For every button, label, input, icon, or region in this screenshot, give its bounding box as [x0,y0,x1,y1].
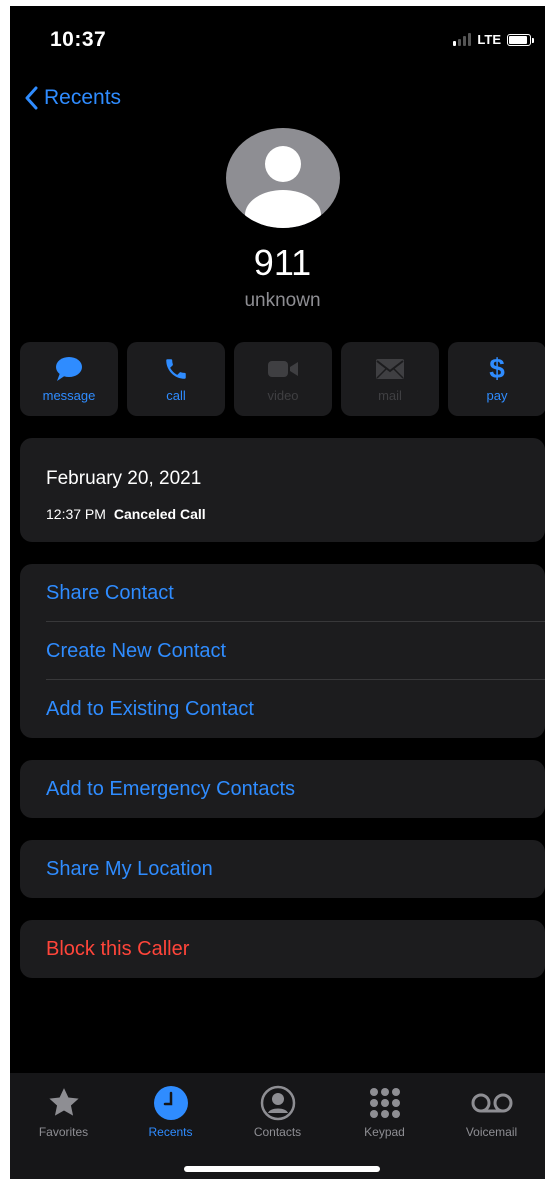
call-button[interactable]: call [127,342,225,416]
video-label: video [267,387,299,403]
tab-voicemail-label: Voicemail [465,1125,518,1139]
person-circle-icon [260,1083,296,1123]
share-contact-option[interactable]: Share Contact [20,564,545,622]
status-indicators: LTE [453,32,534,47]
back-button[interactable]: Recents [24,86,121,110]
share-my-location-option[interactable]: Share My Location [20,840,545,898]
mail-button[interactable]: mail [341,342,439,416]
call-status: Canceled Call [113,506,206,522]
block-caller-option[interactable]: Block this Caller [20,920,545,978]
clock-icon [153,1083,189,1123]
phone-icon [163,356,189,382]
add-to-existing-contact-option[interactable]: Add to Existing Contact [20,680,545,738]
envelope-icon [375,356,405,382]
contact-avatar [226,128,340,228]
call-detail: 12:37 PM Canceled Call [46,506,206,522]
quick-actions: message call video mail $ pay [20,342,545,416]
location-group: Share My Location [20,840,545,898]
dollar-icon: $ [489,352,505,384]
add-to-emergency-contacts-option[interactable]: Add to Emergency Contacts [20,760,545,818]
pay-label: pay [486,387,508,403]
tab-bar: Favorites Recents Contacts Keypad Voicem… [10,1073,545,1179]
back-label: Recents [44,86,122,109]
home-indicator[interactable] [184,1166,380,1172]
block-group: Block this Caller [20,920,545,978]
tab-recents-label: Recents [148,1125,193,1139]
status-time: 10:37 [50,28,107,51]
tab-keypad[interactable]: Keypad [335,1083,435,1139]
keypad-icon [368,1083,402,1123]
network-type: LTE [477,32,501,47]
create-new-contact-option[interactable]: Create New Contact [20,622,545,680]
tab-contacts[interactable]: Contacts [228,1083,328,1139]
mail-label: mail [378,387,402,403]
phone-screen: 10:37 LTE Recents 911 unknown message ca… [10,6,545,1179]
call-label: call [166,387,186,403]
contact-number: 911 [253,242,312,283]
video-button[interactable]: video [234,342,332,416]
message-bubble-icon [54,356,84,382]
contact-label: unknown [244,290,321,311]
call-date: February 20, 2021 [46,468,202,489]
emergency-contacts-group: Add to Emergency Contacts [20,760,545,818]
voicemail-icon [470,1083,514,1123]
tab-favorites-label: Favorites [38,1125,89,1139]
tab-keypad-label: Keypad [364,1125,405,1139]
tab-favorites[interactable]: Favorites [14,1083,114,1139]
battery-icon [507,33,534,46]
video-camera-icon [267,356,299,382]
message-button[interactable]: message [20,342,118,416]
star-icon [46,1083,82,1123]
call-time: 12:37 PM [46,506,106,522]
call-history-card: February 20, 2021 12:37 PM Canceled Call [20,438,545,542]
tab-contacts-label: Contacts [253,1125,302,1139]
pay-button[interactable]: $ pay [448,342,545,416]
tab-recents[interactable]: Recents [121,1083,221,1139]
signal-strength-icon [453,33,472,46]
chevron-left-icon [25,86,38,110]
contact-options-group: Share Contact Create New Contact Add to … [20,564,545,738]
message-label: message [42,387,96,403]
tab-voicemail[interactable]: Voicemail [442,1083,542,1139]
